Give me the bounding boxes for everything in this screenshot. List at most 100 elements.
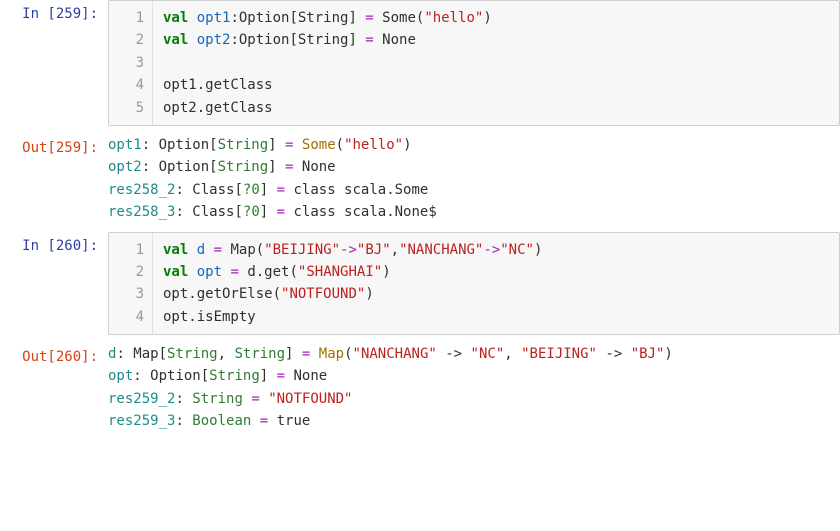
token: , — [504, 346, 521, 362]
input-prompt: In [260]: — [0, 232, 108, 254]
token: Class — [192, 182, 234, 198]
code-line[interactable] — [163, 52, 829, 74]
output-area: opt1: Option[String] = Some("hello")opt2… — [108, 134, 840, 224]
token: , — [218, 346, 235, 362]
token — [260, 391, 268, 407]
token: opt — [197, 264, 222, 280]
token: Option — [159, 159, 210, 175]
token: -> — [437, 346, 471, 362]
token: ] — [260, 204, 277, 220]
token: "NOTFOUND" — [268, 391, 352, 407]
line-number: 3 — [109, 283, 144, 305]
token: val — [163, 32, 197, 48]
output-line: d: Map[String, String] = Map("NANCHANG" … — [108, 343, 830, 365]
token: ) — [534, 242, 542, 258]
token: res258_2 — [108, 182, 175, 198]
output-line: opt2: Option[String] = None — [108, 156, 830, 178]
token: Map — [319, 346, 344, 362]
token: "hello" — [344, 137, 403, 153]
token: ) — [483, 10, 491, 26]
token: String — [192, 391, 243, 407]
token: -> — [483, 242, 500, 258]
code-line[interactable]: opt1.getClass — [163, 74, 829, 96]
token: None — [293, 159, 335, 175]
token: [ — [234, 204, 242, 220]
code-line[interactable]: val opt1:Option[String] = Some("hello") — [163, 7, 829, 29]
output-line: res259_2: String = "NOTFOUND" — [108, 388, 830, 410]
token: opt.getOrElse( — [163, 286, 281, 302]
token: = — [260, 413, 268, 429]
token: val — [163, 242, 197, 258]
output-line: res258_2: Class[?0] = class scala.Some — [108, 179, 830, 201]
token: res259_3 — [108, 413, 175, 429]
token: [ — [201, 368, 209, 384]
token: = — [365, 32, 373, 48]
token: opt1 — [197, 10, 231, 26]
code-line[interactable]: opt2.getClass — [163, 97, 829, 119]
code-lines[interactable]: val opt1:Option[String] = Some("hello")v… — [153, 1, 839, 125]
token: "NOTFOUND" — [281, 286, 365, 302]
token: :Option[String] — [230, 10, 365, 26]
code-line[interactable]: val d = Map("BEIJING"->"BJ","NANCHANG"->… — [163, 239, 829, 261]
notebook-root: In [259]:12345val opt1:Option[String] = … — [0, 0, 840, 433]
input-cell: In [260]:1234val d = Map("BEIJING"->"BJ"… — [0, 232, 840, 336]
token: ] — [260, 368, 277, 384]
line-number: 3 — [109, 52, 144, 74]
token: : — [116, 346, 133, 362]
token: Some — [302, 137, 336, 153]
token: [ — [234, 182, 242, 198]
token: "NANCHANG" — [353, 346, 437, 362]
token: d — [197, 242, 205, 258]
token: Map — [133, 346, 158, 362]
token: res259_2 — [108, 391, 175, 407]
token: "hello" — [424, 10, 483, 26]
token: opt1.getClass — [163, 77, 273, 93]
token: = — [230, 264, 238, 280]
token: Class — [192, 204, 234, 220]
token: = — [277, 368, 285, 384]
token: Option — [150, 368, 201, 384]
token: "BJ" — [631, 346, 665, 362]
code-line[interactable]: val opt2:Option[String] = None — [163, 29, 829, 51]
token: "NANCHANG" — [399, 242, 483, 258]
token: = — [214, 242, 222, 258]
code-line[interactable]: opt.isEmpty — [163, 306, 829, 328]
token: ?0 — [243, 204, 260, 220]
line-number: 1 — [109, 7, 144, 29]
token: [ — [159, 346, 167, 362]
output-prompt: Out[259]: — [0, 134, 108, 156]
code-line[interactable]: opt.getOrElse("NOTFOUND") — [163, 283, 829, 305]
token: ) — [403, 137, 411, 153]
token: opt — [108, 368, 133, 384]
token: : — [133, 368, 150, 384]
input-cell: In [259]:12345val opt1:Option[String] = … — [0, 0, 840, 126]
line-number: 1 — [109, 239, 144, 261]
token: val — [163, 264, 197, 280]
token: class scala.Some — [285, 182, 428, 198]
code-area[interactable]: 1234val d = Map("BEIJING"->"BJ","NANCHAN… — [108, 232, 840, 336]
code-area[interactable]: 12345val opt1:Option[String] = Some("hel… — [108, 0, 840, 126]
token: class scala.None$ — [285, 204, 437, 220]
token: , — [391, 242, 399, 258]
token: : — [142, 137, 159, 153]
token: ?0 — [243, 182, 260, 198]
token: opt2 — [197, 32, 231, 48]
token: String — [218, 137, 269, 153]
line-number: 2 — [109, 261, 144, 283]
token: ( — [344, 346, 352, 362]
token: : — [142, 159, 159, 175]
token: Map( — [222, 242, 264, 258]
token — [310, 346, 318, 362]
token — [293, 137, 301, 153]
output-line: res259_3: Boolean = true — [108, 410, 830, 432]
token: = — [277, 204, 285, 220]
output-line: res258_3: Class[?0] = class scala.None$ — [108, 201, 830, 223]
token: None — [374, 32, 416, 48]
line-number: 4 — [109, 74, 144, 96]
code-line[interactable]: val opt = d.get("SHANGHAI") — [163, 261, 829, 283]
token — [205, 242, 213, 258]
token: "SHANGHAI" — [298, 264, 382, 280]
code-lines[interactable]: val d = Map("BEIJING"->"BJ","NANCHANG"->… — [153, 233, 839, 335]
token: -> — [597, 346, 631, 362]
token: [ — [209, 159, 217, 175]
